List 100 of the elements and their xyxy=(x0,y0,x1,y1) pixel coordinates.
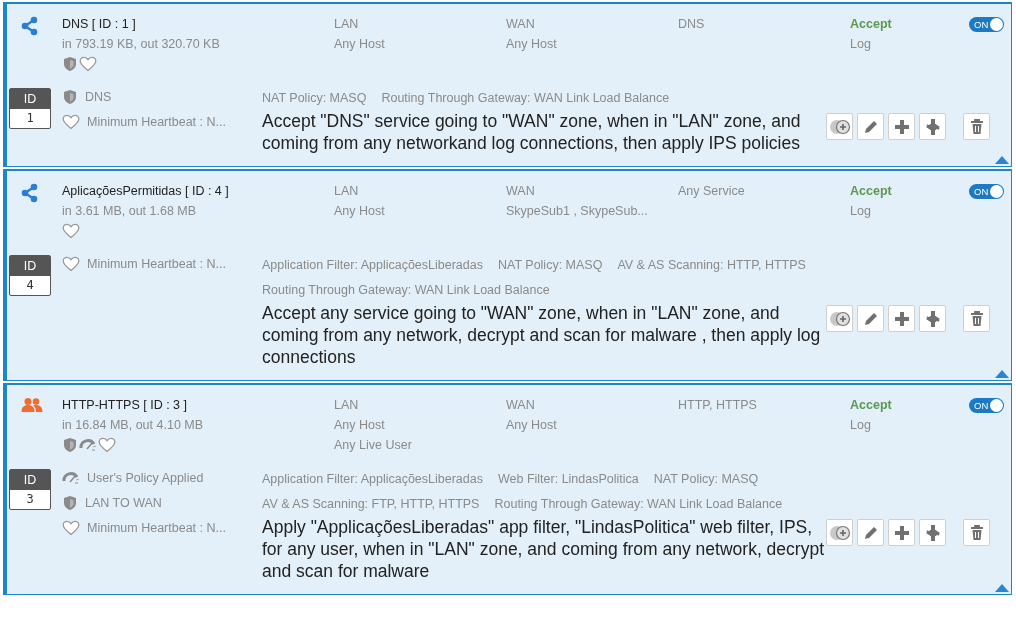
destination-text: WAN xyxy=(506,183,536,200)
service-text: DNS xyxy=(678,16,706,33)
policy-tag: Routing Through Gateway: WAN Link Load Balance xyxy=(381,88,670,108)
trash-icon xyxy=(969,118,984,135)
rule-toggle-button[interactable] xyxy=(826,519,853,546)
id-badge: ID 3 xyxy=(9,469,51,510)
policy-tag: Web Filter: LindasPolitica xyxy=(497,469,639,489)
service-text: Any Service xyxy=(678,183,746,200)
destination-text: WAN xyxy=(506,397,536,414)
trash-icon xyxy=(969,310,984,327)
pencil-icon xyxy=(862,118,879,135)
detail-text: User's Policy Applied xyxy=(87,470,204,487)
heart-icon xyxy=(62,520,80,536)
add-button[interactable] xyxy=(888,113,915,140)
source-text: LAN xyxy=(334,16,360,33)
detail-text: LAN TO WAN xyxy=(85,495,162,512)
rule-description: Apply "ApplicaçõesLiberadas" app filter, "LindasPolitica" web filter, IPS, for any user, when in "LAN" zone, and coming from any network, decrypt and scan for malware xyxy=(262,516,824,582)
action-text: Accept xyxy=(850,16,893,33)
heart-icon xyxy=(79,56,97,72)
add-button[interactable] xyxy=(888,305,915,332)
shield-icon xyxy=(62,495,78,511)
collapse-icon[interactable] xyxy=(995,370,1009,378)
action-text: Accept xyxy=(850,397,893,414)
edit-button[interactable] xyxy=(857,113,884,140)
detail-text: Minimum Heartbeat : N... xyxy=(87,520,226,537)
source-text: Any Host xyxy=(334,417,386,434)
share-icon xyxy=(21,16,39,36)
delete-button[interactable] xyxy=(963,113,990,140)
move-arrows-icon xyxy=(924,523,941,542)
plus-icon xyxy=(893,310,910,327)
policy-tag: AV & AS Scanning: HTTP, HTTPS xyxy=(617,255,806,275)
shield-icon xyxy=(62,56,78,72)
rule-name[interactable]: HTTP-HTTPS [ ID : 3 ] xyxy=(62,395,334,415)
destination-text: WAN xyxy=(506,16,536,33)
policy-tag: Application Filter: ApplicaçõesLiberadas xyxy=(262,255,483,275)
plus-icon xyxy=(893,524,910,541)
gauge-icon xyxy=(62,471,80,485)
heart-icon xyxy=(62,256,80,272)
rule-switch[interactable]: ON xyxy=(969,398,1004,413)
log-text: Log xyxy=(850,203,872,220)
id-badge: ID 4 xyxy=(9,255,51,296)
source-text: LAN xyxy=(334,183,360,200)
policy-tag: AV & AS Scanning: FTP, HTTP, HTTPS xyxy=(262,494,480,514)
detail-text: Minimum Heartbeat : N... xyxy=(87,256,226,273)
move-button[interactable] xyxy=(919,305,946,332)
shield-icon xyxy=(62,437,78,453)
delete-button[interactable] xyxy=(963,519,990,546)
policy-tag: Routing Through Gateway: WAN Link Load Balance xyxy=(262,280,550,300)
edit-button[interactable] xyxy=(857,519,884,546)
traffic-stats: in 16.84 MB, out 4.10 MB xyxy=(62,417,205,434)
destination-text: Any Host xyxy=(506,417,558,434)
move-arrows-icon xyxy=(924,309,941,328)
collapse-icon[interactable] xyxy=(995,156,1009,164)
id-badge: ID 1 xyxy=(9,88,51,129)
rule-description: Accept "DNS" service going to "WAN" zone, when in "LAN" zone, and coming from any networkand log connections, then apply IPS policies xyxy=(262,110,802,154)
pencil-icon xyxy=(862,524,879,541)
heart-icon xyxy=(98,437,116,453)
toggle-circles-icon xyxy=(828,310,851,327)
shield-icon xyxy=(62,89,78,105)
policy-tag: Routing Through Gateway: WAN Link Load Balance xyxy=(494,494,783,514)
plus-icon xyxy=(893,118,910,135)
policy-tag: NAT Policy: MASQ xyxy=(497,255,603,275)
source-text: Any Host xyxy=(334,36,386,53)
rule-name[interactable]: DNS [ ID : 1 ] xyxy=(62,14,334,34)
source-text: LAN xyxy=(334,397,360,414)
rule-toggle-button[interactable] xyxy=(826,305,853,332)
collapse-icon[interactable] xyxy=(995,584,1009,592)
source-text: Any Host xyxy=(334,203,386,220)
destination-text: SkypeSub1 , SkypeSub... xyxy=(506,203,649,220)
move-arrows-icon xyxy=(924,117,941,136)
rule-description: Accept any service going to "WAN" zone, when in "LAN" zone, and coming from any network, decrypt and scan for malware , then apply log connections xyxy=(262,302,822,368)
rule-name[interactable]: AplicaçõesPermitidas [ ID : 4 ] xyxy=(62,181,334,201)
policy-tag: NAT Policy: MASQ xyxy=(653,469,759,489)
users-icon xyxy=(21,397,43,413)
delete-button[interactable] xyxy=(963,305,990,332)
toggle-circles-icon xyxy=(828,524,851,541)
detail-text: Minimum Heartbeat : N... xyxy=(87,114,226,131)
move-button[interactable] xyxy=(919,113,946,140)
detail-text: DNS xyxy=(85,89,112,106)
trash-icon xyxy=(969,524,984,541)
edit-button[interactable] xyxy=(857,305,884,332)
heart-icon xyxy=(62,114,80,130)
rule-toggle-button[interactable] xyxy=(826,113,853,140)
policy-tag: Application Filter: ApplicaçõesLiberadas xyxy=(262,469,483,489)
log-text: Log xyxy=(850,417,872,434)
add-button[interactable] xyxy=(888,519,915,546)
rule-switch[interactable]: ON xyxy=(969,184,1004,199)
log-text: Log xyxy=(850,36,872,53)
traffic-stats: in 793.19 KB, out 320.70 KB xyxy=(62,36,221,53)
move-button[interactable] xyxy=(919,519,946,546)
destination-text: Any Host xyxy=(506,36,558,53)
service-text: HTTP, HTTPS xyxy=(678,397,758,414)
gauge-icon xyxy=(79,438,97,452)
action-text: Accept xyxy=(850,183,893,200)
heart-icon xyxy=(62,223,80,239)
traffic-stats: in 3.61 MB, out 1.68 MB xyxy=(62,203,198,220)
share-icon xyxy=(21,183,39,203)
rule-switch[interactable]: ON xyxy=(969,17,1004,32)
pencil-icon xyxy=(862,310,879,327)
toggle-circles-icon xyxy=(828,118,851,135)
